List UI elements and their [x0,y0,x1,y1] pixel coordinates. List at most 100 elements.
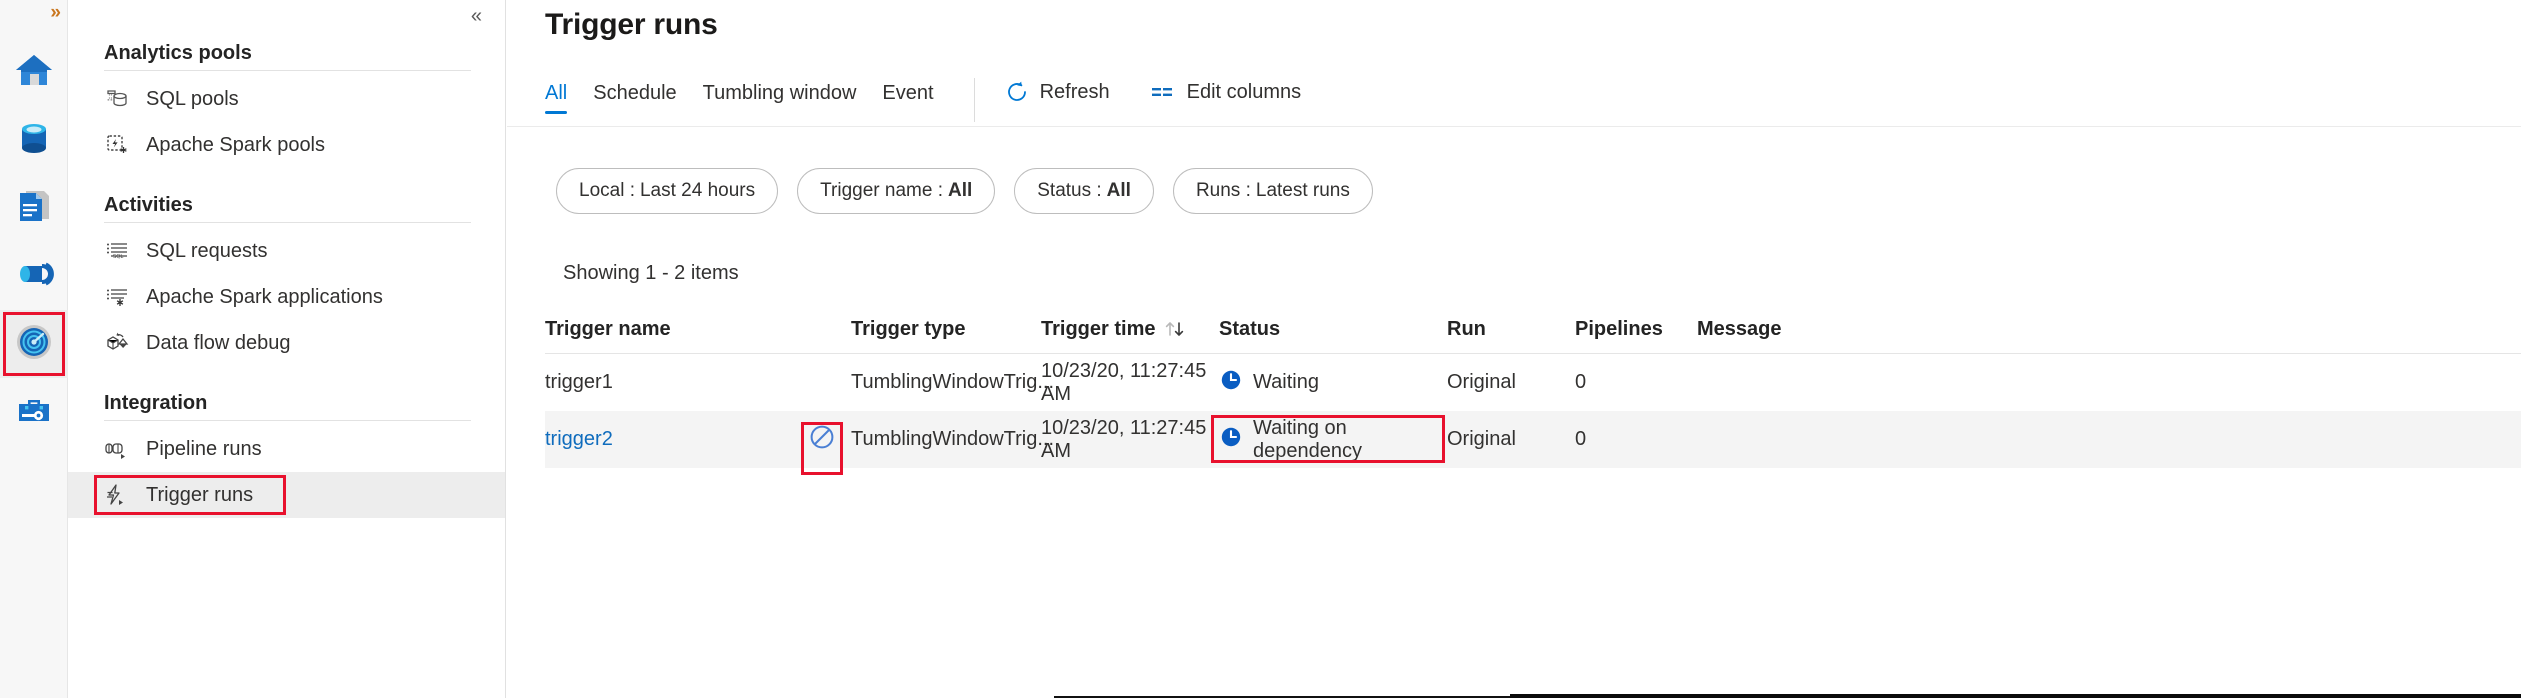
manage-icon [13,389,55,436]
rail-item-integrate[interactable] [0,242,68,310]
refresh-button[interactable]: Refresh [1005,78,1110,104]
cell-run: Original [1447,371,1516,393]
table-header-row: Trigger name Trigger type Trigger time S… [545,305,2521,354]
tab-tumbling-window[interactable]: Tumbling window [703,78,857,114]
sidebar-item-pipeline-runs[interactable]: Pipeline runs [68,426,505,472]
spark-pools-icon [104,132,130,158]
refresh-label: Refresh [1039,80,1110,103]
cancel-icon[interactable] [808,423,836,457]
svg-text:SQL: SQL [113,254,123,260]
filter-pill-value: All [1106,180,1131,201]
monitor-icon [12,320,56,369]
home-icon [13,49,55,96]
command-bar: All Schedule Tumbling window Event Refre… [545,78,2521,126]
refresh-icon [1005,80,1029,104]
sidebar-item-label: SQL requests [146,239,268,262]
sidebar-item-apache-spark-pools[interactable]: Apache Spark pools [68,122,505,168]
data-icon [13,117,55,164]
status-label: Waiting [1253,371,1319,393]
sidebar-item-label: Apache Spark applications [146,285,383,308]
filter-pill-local[interactable]: Local : Last 24 hours [556,168,779,214]
rail-item-monitor[interactable] [0,310,68,378]
filter-pill-value: All [947,180,973,201]
sidebar-item-sql-requests[interactable]: SQL SQL requests [68,228,505,274]
sidebar-item-trigger-runs[interactable]: Trigger runs [68,472,505,518]
filter-pill-label: Status : [1037,180,1102,201]
divider [104,70,471,71]
rail-item-data[interactable] [0,106,68,174]
edit-columns-button[interactable]: Edit columns [1150,78,1301,104]
tab-label: All [545,82,568,104]
cell-run: Original [1447,428,1516,450]
cell-status: Waiting on dependency [1211,414,1447,463]
sidebar-panel: « Analytics pools SQL pools Apache Spark… [68,0,506,698]
column-header-trigger-type[interactable]: Trigger type [851,318,1041,341]
column-header-status[interactable]: Status [1219,318,1447,341]
filter-pill-runs[interactable]: Runs : Latest runs [1172,168,1373,214]
tab-all[interactable]: All [545,78,568,114]
command-bar-divider [507,126,2521,127]
sidebar-item-data-flow-debug[interactable]: Data flow debug [68,320,505,366]
sort-arrows-icon [1164,319,1186,339]
filter-pill-trigger-name[interactable]: Trigger name : All [797,168,996,214]
column-header-trigger-name[interactable]: Trigger name [545,318,793,341]
cell-action [793,421,851,475]
develop-icon [13,185,55,232]
cell-trigger-name: trigger1 [545,371,613,393]
sidebar-item-label: Apache Spark pools [146,133,326,156]
cell-trigger-type: TumblingWindowTrig... [851,371,1055,393]
filter-pill-value: Last 24 hours [639,180,756,201]
clock-icon [1219,425,1243,455]
rail-item-home[interactable] [0,38,68,106]
showing-count: Showing 1 - 2 items [563,262,739,284]
cell-trigger-time: 10/23/20, 11:27:45 AM [1041,359,1207,405]
filter-pill-status[interactable]: Status : All [1014,168,1154,214]
column-header-label: Trigger time [1041,317,1156,340]
tab-schedule[interactable]: Schedule [593,78,676,114]
trigger-runs-table: Trigger name Trigger type Trigger time S… [545,305,2521,475]
trigger-runs-icon [104,482,130,508]
spark-apps-icon [104,284,130,310]
sidebar-item-sql-pools[interactable]: SQL pools [68,76,505,122]
page-title: Trigger runs [545,8,718,41]
table-row[interactable]: trigger2 TumblingWindowTrig... 10/23/20,… [545,411,2521,475]
filter-pill-value: Latest runs [1255,180,1350,201]
table-row[interactable]: trigger1 TumblingWindowTrig... 10/23/20,… [545,354,2521,411]
rail-item-manage[interactable] [0,378,68,446]
edit-columns-icon [1150,80,1176,104]
divider [104,420,471,421]
rail-expand-button[interactable]: » [50,3,60,22]
sidebar-group-analytics-pools: Analytics pools [68,38,505,71]
cell-pipelines: 0 [1575,428,1587,450]
rail-item-list [0,38,68,446]
tab-event[interactable]: Event [882,78,933,114]
sidebar-group-activities: Activities [68,190,505,223]
sql-requests-icon: SQL [104,238,130,264]
rail-item-develop[interactable] [0,174,68,242]
filter-pill-list: Local : Last 24 hours Trigger name : All… [556,168,1392,214]
tab-label: Tumbling window [702,82,857,104]
cell-trigger-type: TumblingWindowTrig... [851,428,1055,450]
sidebar-collapse-button[interactable]: « [471,6,482,26]
sidebar-item-label: Data flow debug [146,331,291,354]
column-header-message[interactable]: Message [1697,318,2521,341]
cell-trigger-name-link[interactable]: trigger2 [545,428,793,451]
sidebar-item-apache-spark-applications[interactable]: Apache Spark applications [68,274,505,320]
column-header-pipelines[interactable]: Pipelines [1575,318,1697,341]
sidebar-item-label: Trigger runs [146,483,254,506]
clock-icon [1219,368,1243,398]
data-flow-debug-icon [104,330,130,356]
status-label: Waiting on dependency [1253,416,1362,462]
sidebar-item-label: SQL pools [146,87,239,110]
cell-pipelines: 0 [1575,371,1587,393]
toolbar-divider [973,78,975,122]
sidebar-item-label: Pipeline runs [146,437,262,460]
cell-trigger-time: 10/23/20, 11:27:45 AM [1041,416,1207,462]
tab-label: Event [882,82,934,104]
column-header-trigger-time[interactable]: Trigger time [1041,318,1219,341]
tab-list: All Schedule Tumbling window Event [545,78,960,114]
column-header-run[interactable]: Run [1447,318,1575,341]
bottom-edge-line-thick [1510,694,2521,698]
filter-pill-label: Trigger name : [820,180,943,201]
sidebar-group-title: Activities [104,194,193,216]
